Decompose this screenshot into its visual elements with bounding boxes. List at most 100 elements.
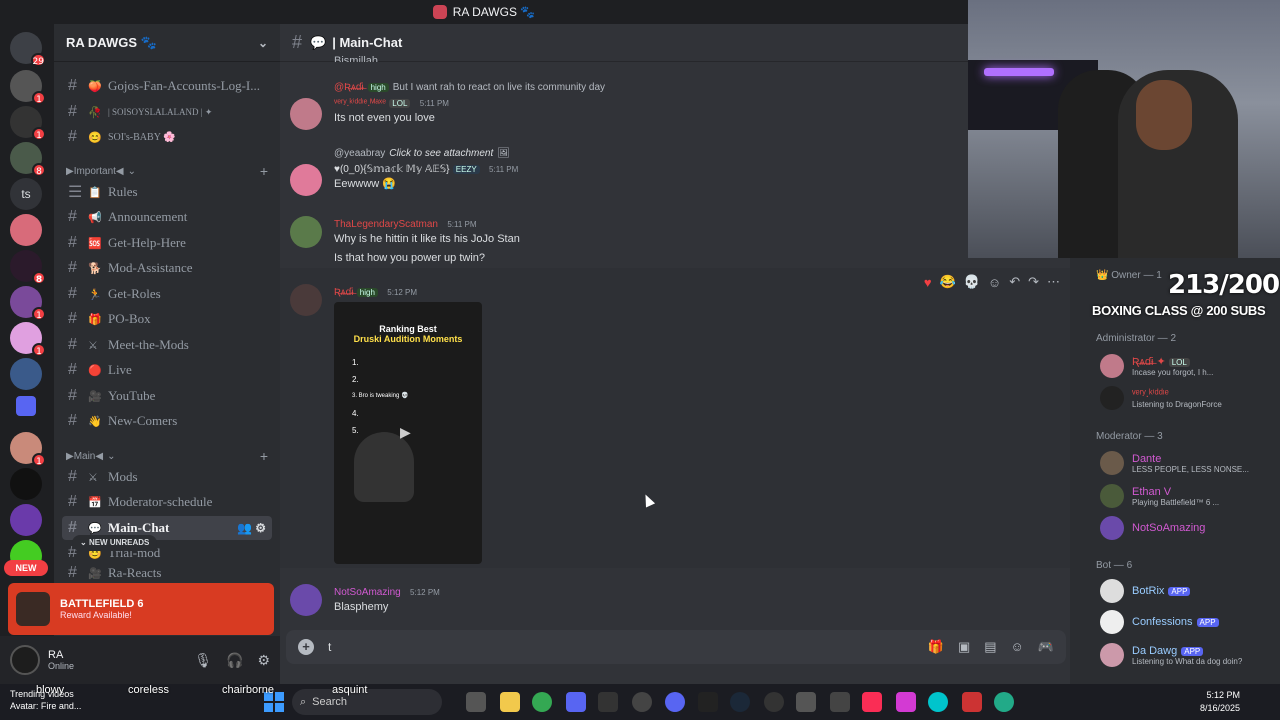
channel-emoji: ⚔	[88, 471, 98, 484]
hash-icon: #	[68, 468, 77, 485]
message[interactable]: NotSoAmazing 5:12 PM Blasphemy	[280, 584, 1070, 617]
message[interactable]: @Ʀ̶ѧ̶ɗ̶ɨ̶ high But I want rah to react o…	[280, 82, 1070, 130]
channel-item[interactable]: # 😊 SOI's-BABY 🌸	[62, 125, 272, 149]
member-item[interactable]: Da Dawg APP Listening to What da dog doin?	[1100, 641, 1275, 669]
folder-icon[interactable]	[16, 396, 36, 416]
steam-icon[interactable]	[730, 692, 750, 712]
message-username[interactable]: NotSoAmazing	[334, 587, 401, 598]
guild-header[interactable]: RA DAWGS 🐾 ⌄	[54, 24, 280, 62]
epic-games-icon[interactable]	[698, 692, 718, 712]
channel-item[interactable]: # ⚔ Meet-the-Mods	[62, 333, 272, 357]
message[interactable]: ThaLegendaryScatman 5:11 PM Why is he hi…	[280, 216, 1070, 268]
channel-item[interactable]: # ⚔ Mods	[62, 465, 272, 489]
avatar[interactable]	[290, 164, 322, 196]
channel-item[interactable]: ☰ 📋 Rules	[62, 180, 272, 204]
server-icon[interactable]: 1	[10, 106, 46, 141]
server-icon[interactable]	[10, 504, 42, 536]
member-item[interactable]: NotSoAmazing	[1100, 514, 1275, 542]
add-attachment-icon[interactable]: +	[298, 639, 314, 655]
server-icon[interactable]: 8	[10, 142, 46, 177]
add-channel-icon[interactable]: +	[260, 163, 268, 179]
video-attachment[interactable]: Ranking Best Druski Audition Moments 1. 2…	[334, 302, 482, 564]
member-item[interactable]: Ʀ̶ѧ̶ɗ̶ɨ̶ ✦ LOL Incase you forgot, I h...	[1100, 352, 1275, 380]
discord-icon[interactable]	[665, 692, 685, 712]
category-important[interactable]: ▶Important◀ ⌄ +	[66, 163, 272, 179]
gif-icon[interactable]: ▣	[958, 639, 970, 655]
app-icon[interactable]	[994, 692, 1014, 712]
channel-item[interactable]: # 🍑 Gojos-Fan-Accounts-Log-I...	[62, 74, 272, 98]
avatar[interactable]	[290, 584, 322, 616]
message-username[interactable]: ᵛᵉʳʸ.ᵏⁱᵈᵈᶦᵉ.ᴹᵃˣᵉ	[334, 98, 386, 109]
server-icon[interactable]: 8	[10, 250, 46, 285]
message-username[interactable]: ThaLegendaryScatman	[334, 219, 438, 230]
app-icon[interactable]	[796, 692, 816, 712]
channel-item[interactable]: # 🥀 | SOISOYSLALALAND | ✦	[62, 100, 272, 124]
server-icon[interactable]	[10, 468, 42, 500]
home-server-icon[interactable]: 29	[10, 32, 46, 67]
new-unreads-pill[interactable]: ⌄ NEW UNREADS	[72, 535, 158, 551]
server-icon[interactable]: 1	[10, 286, 46, 321]
member-item[interactable]: Confessions APP	[1100, 608, 1275, 636]
message-username[interactable]: ♥(0_0){𝕊𝕞𝕒𝕔𝕜 𝕄𝕪 𝔸𝔼𝕊}	[334, 164, 449, 175]
chevron-down-icon[interactable]: ⌄	[258, 36, 268, 50]
message-input[interactable]	[328, 640, 888, 654]
server-icon[interactable]: 1	[10, 322, 46, 357]
channel-item[interactable]: # 🔴 Live	[62, 358, 272, 382]
server-icon[interactable]: 1	[10, 432, 46, 467]
promo-banner[interactable]: BATTLEFIELD 6 Reward Available!	[8, 583, 274, 635]
channel-item[interactable]: # 🎁 PO-Box	[62, 307, 272, 331]
channel-item[interactable]: # 🎥 Ra-Reacts	[62, 566, 272, 580]
message[interactable]: Bismillah	[280, 52, 1070, 62]
app-icon[interactable]	[962, 692, 982, 712]
obs-icon[interactable]	[632, 692, 652, 712]
canva-icon[interactable]	[928, 692, 948, 712]
avatar[interactable]	[10, 645, 40, 675]
gear-icon[interactable]: 👥 ⚙	[237, 521, 266, 536]
file-explorer-icon[interactable]	[500, 692, 520, 712]
channel-item[interactable]: # 🐕 Mod-Assistance	[62, 256, 272, 280]
category-main[interactable]: ▶Main◀ ⌄ +	[66, 448, 272, 464]
reply-preview[interactable]: @yeaabray Click to see attachment 🖼	[334, 148, 1070, 159]
new-unreads-rail-pill[interactable]: NEW	[4, 560, 48, 576]
chrome-icon[interactable]	[532, 692, 552, 712]
app-icon[interactable]	[896, 692, 916, 712]
server-icon[interactable]	[10, 214, 42, 246]
sticker-icon[interactable]: ▤	[984, 639, 996, 655]
avatar[interactable]	[290, 98, 322, 130]
channel-item[interactable]: # 🏃 Get-Roles	[62, 282, 272, 306]
channel-title: | Main-Chat	[332, 35, 403, 50]
settings-icon[interactable]	[830, 692, 850, 712]
channel-item[interactable]: # 🆘 Get-Help-Here	[62, 231, 272, 255]
headphones-icon[interactable]: 🎧	[226, 652, 243, 669]
server-icon[interactable]	[10, 358, 42, 390]
emoji-icon[interactable]: ☺	[1011, 639, 1024, 655]
member-item[interactable]: BotRix APP	[1100, 577, 1275, 605]
member-item[interactable]: ᵛᵉʳʸ.ᵏⁱᵈᵈᶦᵉ Listening to DragonForce	[1100, 384, 1275, 412]
reply-preview[interactable]: @Ʀ̶ѧ̶ɗ̶ɨ̶ high But I want rah to react o…	[334, 82, 1070, 93]
member-item[interactable]: Ethan V Playing Battlefield™ 6 ...	[1100, 482, 1275, 510]
channel-item[interactable]: # 👋 New-Comers	[62, 409, 272, 433]
play-icon[interactable]: ▶	[400, 424, 411, 441]
task-view-icon[interactable]	[466, 692, 486, 712]
app-icon[interactable]	[764, 692, 784, 712]
server-icon[interactable]: 1	[10, 70, 46, 105]
message-username[interactable]: Ʀ̶ѧ̶ɗ̶ɨ̶	[334, 287, 353, 298]
microphone-icon[interactable]: 🎙	[194, 652, 212, 669]
server-ts-icon[interactable]: ts	[10, 178, 42, 210]
channel-item[interactable]: # 🎥 YouTube	[62, 384, 272, 408]
game-controller-icon[interactable]: 🎮	[1038, 639, 1054, 655]
channel-item[interactable]: # 📢 Announcement	[62, 205, 272, 229]
app-icon[interactable]	[566, 692, 586, 712]
system-clock[interactable]: 5:12 PM 8/16/2025	[1200, 689, 1240, 715]
avatar[interactable]	[290, 216, 322, 248]
capcut-icon[interactable]	[598, 692, 618, 712]
message[interactable]: Ʀ̶ѧ̶ɗ̶ɨ̶ high 5:12 PM	[280, 284, 1070, 316]
gear-icon[interactable]: ⚙	[257, 652, 270, 669]
channel-item[interactable]: # 📅 Moderator-schedule	[62, 490, 272, 514]
member-item[interactable]: Dante LESS PEOPLE, LESS NONSE...	[1100, 449, 1275, 477]
message[interactable]: @yeaabray Click to see attachment 🖼 ♥(0_…	[280, 148, 1070, 196]
gift-icon[interactable]: 🎁	[928, 639, 944, 655]
add-channel-icon[interactable]: +	[260, 448, 268, 464]
itunes-icon[interactable]	[862, 692, 882, 712]
avatar[interactable]	[290, 284, 322, 316]
